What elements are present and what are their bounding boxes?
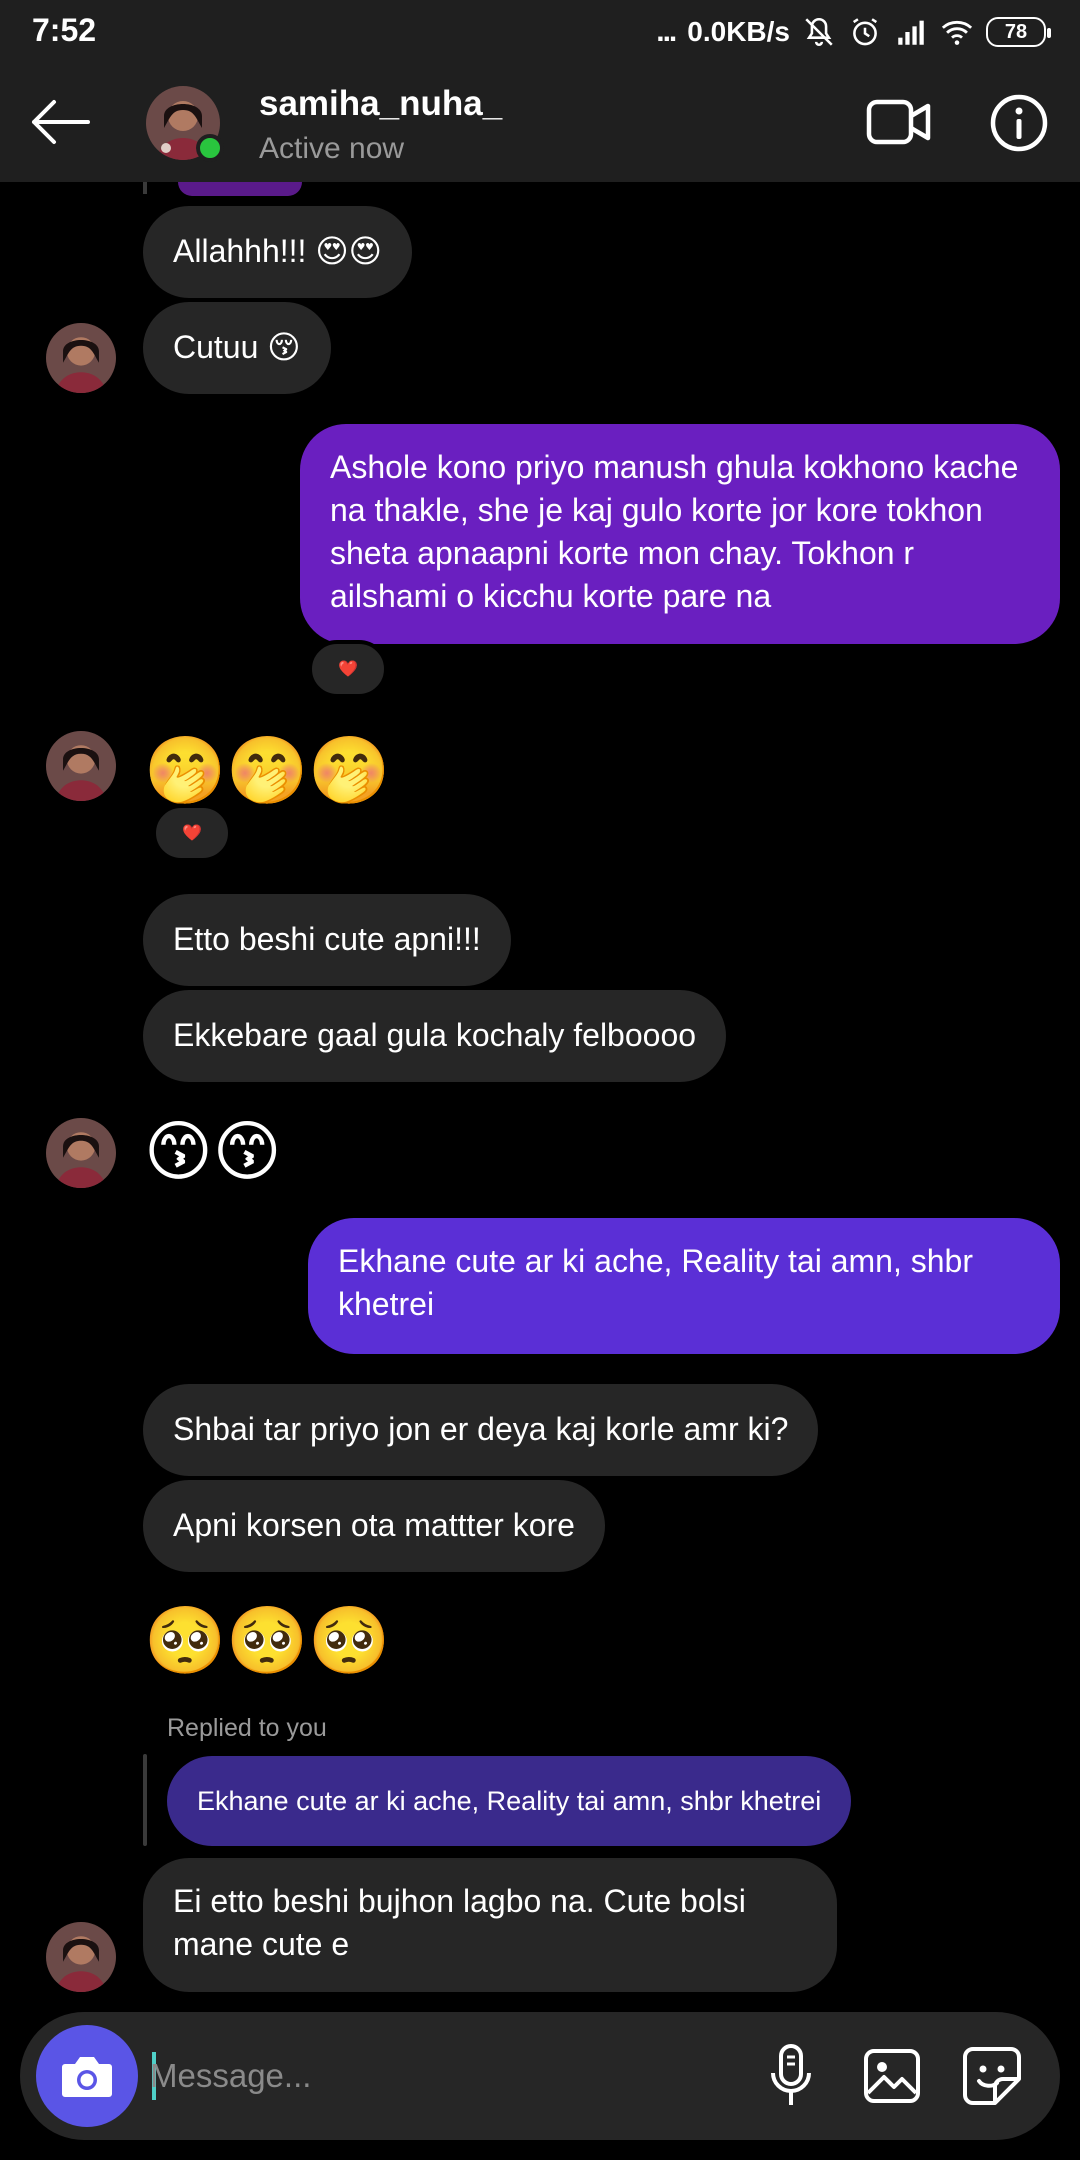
wifi-icon	[941, 20, 973, 45]
reply-line	[143, 182, 147, 194]
camera-icon	[62, 2057, 112, 2097]
gallery-button[interactable]	[856, 2040, 928, 2112]
reaction-heart[interactable]: ❤️	[152, 804, 232, 862]
contact-name[interactable]: samiha_nuha_	[259, 84, 502, 124]
chat-header: samiha_nuha_ Active now	[0, 62, 1080, 182]
battery-level: 78	[1004, 20, 1028, 43]
gallery-icon	[864, 2049, 920, 2103]
info-icon	[990, 94, 1048, 152]
message-bubble-incoming[interactable]: Ekkebare gaal gula kochaly felboooo	[143, 990, 727, 1082]
reply-label: Replied to you	[167, 1714, 327, 1742]
sender-avatar[interactable]	[46, 323, 116, 393]
message-bubble-incoming[interactable]: Ei etto beshi bujhon lagbo na. Cute bols…	[143, 1858, 837, 1992]
message-bubble-outgoing[interactable]: Ashole kono priyo manush ghula kokhono k…	[300, 424, 1060, 644]
message-input[interactable]	[150, 2036, 730, 2116]
message-bubble-incoming[interactable]: Allahhh!!! 😍😍	[143, 206, 413, 298]
sticker-icon	[963, 2047, 1021, 2105]
voice-message-button[interactable]	[755, 2040, 827, 2112]
video-call-icon	[866, 99, 931, 145]
status-time: 7:52	[32, 12, 97, 48]
message-bubble-incoming[interactable]: Shbai tar priyo jon er deya kaj korle am…	[143, 1384, 819, 1476]
sender-avatar[interactable]	[46, 731, 116, 801]
contact-avatar[interactable]	[146, 86, 224, 162]
sender-avatar[interactable]	[46, 1118, 116, 1188]
battery-icon: 78	[986, 17, 1051, 47]
contact-status: Active now	[259, 132, 405, 165]
sender-avatar[interactable]	[46, 1922, 116, 1992]
emoji-message[interactable]: 🤭🤭🤭	[144, 730, 391, 810]
message-bubble-outgoing[interactable]: Ekhane cute ar ki ache, Reality tai amn,…	[308, 1218, 1060, 1354]
mute-bell-icon	[805, 17, 833, 46]
signal-icon	[898, 20, 924, 45]
camera-button[interactable]	[36, 2025, 138, 2127]
back-button[interactable]	[24, 90, 96, 154]
online-indicator	[196, 134, 224, 162]
reply-line	[143, 1754, 147, 1846]
partial-bubble	[178, 182, 302, 196]
message-bubble-incoming[interactable]: Cutuu 😚	[143, 302, 331, 394]
network-speed: 0.0KB/s	[687, 16, 790, 47]
video-call-button[interactable]	[860, 92, 938, 152]
microphone-icon	[771, 2044, 811, 2105]
emoji-message[interactable]: 😙😙	[144, 1111, 282, 1191]
back-arrow-icon	[32, 100, 90, 144]
status-dots: ...	[656, 15, 677, 48]
info-button[interactable]	[984, 88, 1054, 158]
status-icons: ... 0.0KB/s 78	[656, 12, 1051, 52]
reaction-heart[interactable]: ❤️	[308, 640, 388, 698]
emoji-message[interactable]: 🥺🥺🥺	[144, 1600, 391, 1680]
replied-message[interactable]: Ekhane cute ar ki ache, Reality tai amn,…	[167, 1756, 852, 1846]
message-bubble-incoming[interactable]: Etto beshi cute apni!!!	[143, 894, 511, 986]
message-bubble-incoming[interactable]: Apni korsen ota mattter kore	[143, 1480, 605, 1572]
sticker-button[interactable]	[956, 2040, 1028, 2112]
message-composer	[20, 2012, 1060, 2140]
status-bar: 7:52 ... 0.0KB/s 78	[0, 0, 1080, 62]
alarm-icon	[852, 18, 878, 46]
